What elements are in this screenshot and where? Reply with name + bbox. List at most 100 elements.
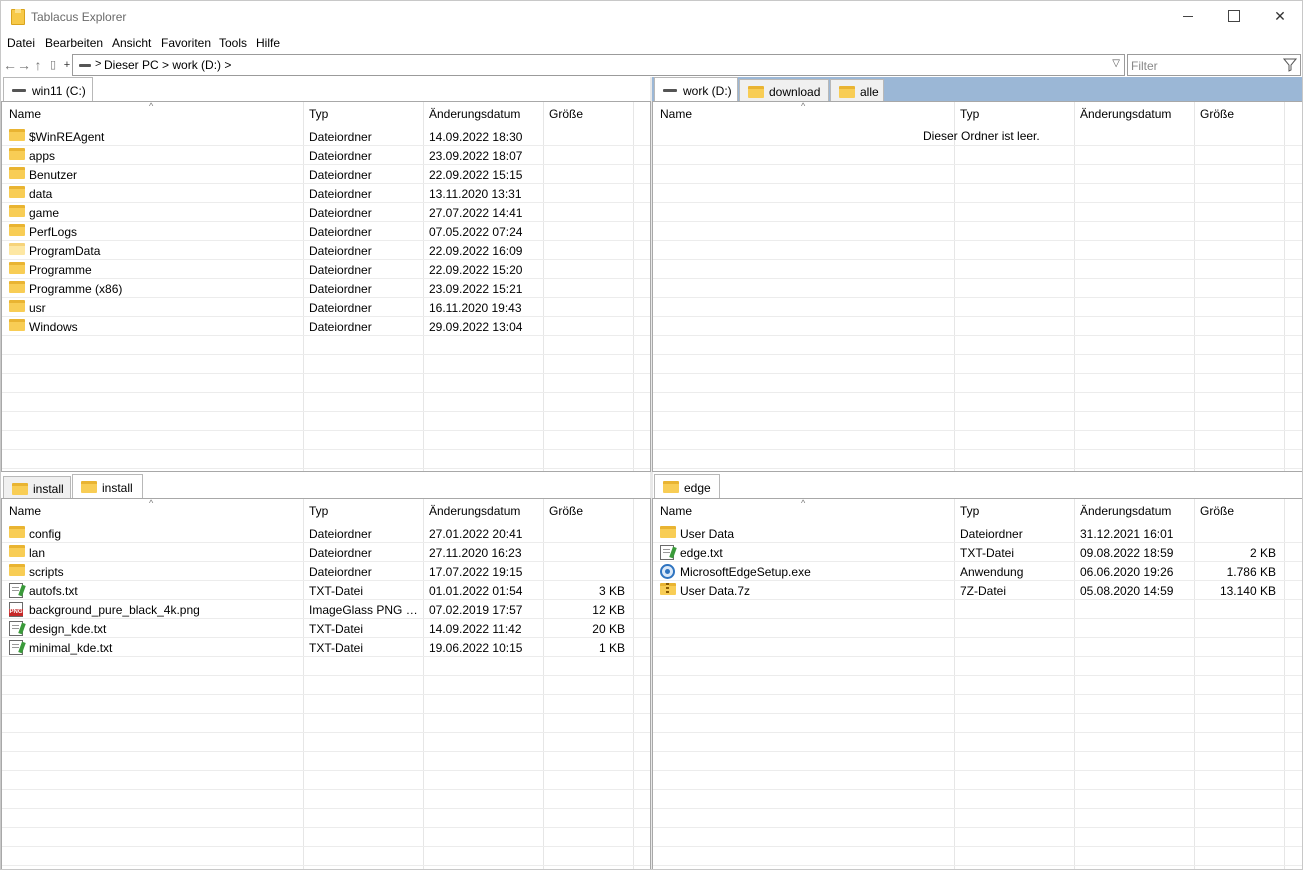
file-row[interactable]: $WinREAgent Dateiordner 14.09.2022 18:30 <box>2 127 650 146</box>
file-list[interactable]: Name ^ Typ Änderungsdatum Größe Dieser O… <box>652 101 1302 472</box>
column-date[interactable]: Änderungsdatum <box>429 107 520 121</box>
funnel-icon[interactable] <box>1283 58 1297 72</box>
row-gridline <box>2 694 650 695</box>
chevron-right-icon[interactable]: > <box>95 58 101 70</box>
file-type: TXT-Datei <box>309 641 364 655</box>
tab-work[interactable]: work (D:) <box>654 77 738 101</box>
menu-hilfe[interactable]: Hilfe <box>256 36 280 50</box>
column-type[interactable]: Typ <box>960 107 979 121</box>
file-type: Dateiordner <box>309 149 372 163</box>
file-row[interactable]: game Dateiordner 27.07.2022 14:41 <box>2 203 650 222</box>
file-row[interactable]: data Dateiordner 13.11.2020 13:31 <box>2 184 650 203</box>
menu-tools[interactable]: Tools <box>219 36 247 50</box>
column-date[interactable]: Änderungsdatum <box>429 504 520 518</box>
file-row[interactable]: usr Dateiordner 16.11.2020 19:43 <box>2 298 650 317</box>
file-row[interactable]: config Dateiordner 27.01.2022 20:41 <box>2 524 650 543</box>
file-row[interactable]: PerfLogs Dateiordner 07.05.2022 07:24 <box>2 222 650 241</box>
column-name[interactable]: Name <box>9 504 41 518</box>
filter-input[interactable]: Filter <box>1127 54 1301 76</box>
row-gridline <box>653 164 1302 165</box>
file-date: 29.09.2022 13:04 <box>429 320 523 334</box>
column-size[interactable]: Größe <box>549 107 583 121</box>
file-size: 13.140 KB <box>1219 584 1276 598</box>
clipboard-icon[interactable]: ▯ <box>46 57 60 73</box>
file-row[interactable]: apps Dateiordner 23.09.2022 18:07 <box>2 146 650 165</box>
row-gridline <box>653 373 1302 374</box>
file-list[interactable]: Name ^ Typ Änderungsdatum Größe $WinREAg… <box>1 101 651 472</box>
file-type: Dateiordner <box>309 282 372 296</box>
file-date: 19.06.2022 10:15 <box>429 641 523 655</box>
file-row[interactable]: lan Dateiordner 27.11.2020 16:23 <box>2 543 650 562</box>
text-file-icon <box>9 640 23 655</box>
column-date[interactable]: Änderungsdatum <box>1080 107 1171 121</box>
menu-ansicht[interactable]: Ansicht <box>112 36 151 50</box>
file-row[interactable]: Programme Dateiordner 22.09.2022 15:20 <box>2 260 650 279</box>
tab-install-2[interactable]: install <box>72 474 143 498</box>
folder-icon <box>81 481 97 493</box>
row-gridline <box>653 751 1302 752</box>
tab-win11[interactable]: win11 (C:) <box>3 77 93 101</box>
folder-icon <box>9 129 25 141</box>
up-arrow-icon[interactable]: ↑ <box>31 57 45 73</box>
sort-caret-icon: ^ <box>801 101 806 111</box>
file-row[interactable]: Benutzer Dateiordner 22.09.2022 15:15 <box>2 165 650 184</box>
column-divider <box>954 102 955 471</box>
column-size[interactable]: Größe <box>1200 107 1234 121</box>
file-row[interactable]: MicrosoftEdgeSetup.exe Anwendung 06.06.202… <box>653 562 1302 581</box>
file-name: scripts <box>29 565 64 579</box>
file-list[interactable]: Name ^ Typ Änderungsdatum Größe config Da… <box>1 498 651 869</box>
file-date: 14.09.2022 18:30 <box>429 130 523 144</box>
file-date: 22.09.2022 15:20 <box>429 263 523 277</box>
file-row[interactable]: background_pure_black_4k.png ImageGlass P… <box>2 600 650 619</box>
column-divider <box>1074 102 1075 471</box>
back-arrow-icon[interactable]: ← <box>3 57 17 73</box>
row-gridline <box>2 808 650 809</box>
column-date[interactable]: Änderungsdatum <box>1080 504 1171 518</box>
file-list[interactable]: Name ^ Typ Änderungsdatum Größe User Dat… <box>652 498 1302 869</box>
column-type[interactable]: Typ <box>309 504 328 518</box>
minimize-button[interactable] <box>1165 1 1211 31</box>
tab-label: download <box>769 85 821 99</box>
column-name[interactable]: Name <box>660 107 692 121</box>
file-row[interactable]: Programme (x86) Dateiordner 23.09.2022 15:… <box>2 279 650 298</box>
file-date: 05.08.2020 14:59 <box>1080 584 1174 598</box>
tab-install-1[interactable]: install <box>3 476 71 498</box>
tab-download[interactable]: download <box>739 79 829 101</box>
file-row[interactable]: design_kde.txt TXT-Datei 14.09.2022 11:42 2… <box>2 619 650 638</box>
maximize-button[interactable] <box>1211 1 1257 31</box>
address-bar[interactable]: > Dieser PC > work (D:) > ▽ <box>72 54 1125 76</box>
column-size[interactable]: Größe <box>549 504 583 518</box>
menu-favoriten[interactable]: Favoriten <box>161 36 211 50</box>
column-type[interactable]: Typ <box>960 504 979 518</box>
tab-alle[interactable]: alle <box>830 79 884 101</box>
row-gridline <box>2 373 650 374</box>
address-path[interactable]: Dieser PC > work (D:) > <box>104 58 231 72</box>
forward-arrow-icon[interactable]: → <box>17 57 31 73</box>
window-title: Tablacus Explorer <box>31 10 127 24</box>
menu-bearbeiten[interactable]: Bearbeiten <box>45 36 103 50</box>
chevron-down-icon[interactable]: ▽ <box>1112 58 1120 69</box>
column-name[interactable]: Name <box>9 107 41 121</box>
file-row[interactable]: minimal_kde.txt TXT-Datei 19.06.2022 10:15… <box>2 638 650 657</box>
file-row[interactable]: Windows Dateiordner 29.09.2022 13:04 <box>2 317 650 336</box>
file-row[interactable]: edge.txt TXT-Datei 09.08.2022 18:59 2 KB <box>653 543 1302 562</box>
file-row[interactable]: User Data Dateiordner 31.12.2021 16:01 <box>653 524 1302 543</box>
column-name[interactable]: Name <box>660 504 692 518</box>
file-row[interactable]: User Data.7z 7Z-Datei 05.08.2020 14:59 13.1… <box>653 581 1302 600</box>
column-type[interactable]: Typ <box>309 107 328 121</box>
row-gridline <box>653 202 1302 203</box>
file-name: Programme (x86) <box>29 282 123 296</box>
row-gridline <box>653 808 1302 809</box>
column-size[interactable]: Größe <box>1200 504 1234 518</box>
close-button[interactable]: ✕ <box>1257 1 1302 31</box>
file-row[interactable]: scripts Dateiordner 17.07.2022 19:15 <box>2 562 650 581</box>
file-type: Anwendung <box>960 565 1024 579</box>
file-name: PerfLogs <box>29 225 78 239</box>
file-type: Dateiordner <box>960 527 1023 541</box>
file-row[interactable]: ProgramData Dateiordner 22.09.2022 16:09 <box>2 241 650 260</box>
column-header: Name ^ Typ Änderungsdatum Größe <box>653 499 1302 521</box>
menu-datei[interactable]: Datei <box>7 36 35 50</box>
tab-edge[interactable]: edge <box>654 474 720 498</box>
row-gridline <box>653 316 1302 317</box>
file-row[interactable]: autofs.txt TXT-Datei 01.01.2022 01:54 3 KB <box>2 581 650 600</box>
